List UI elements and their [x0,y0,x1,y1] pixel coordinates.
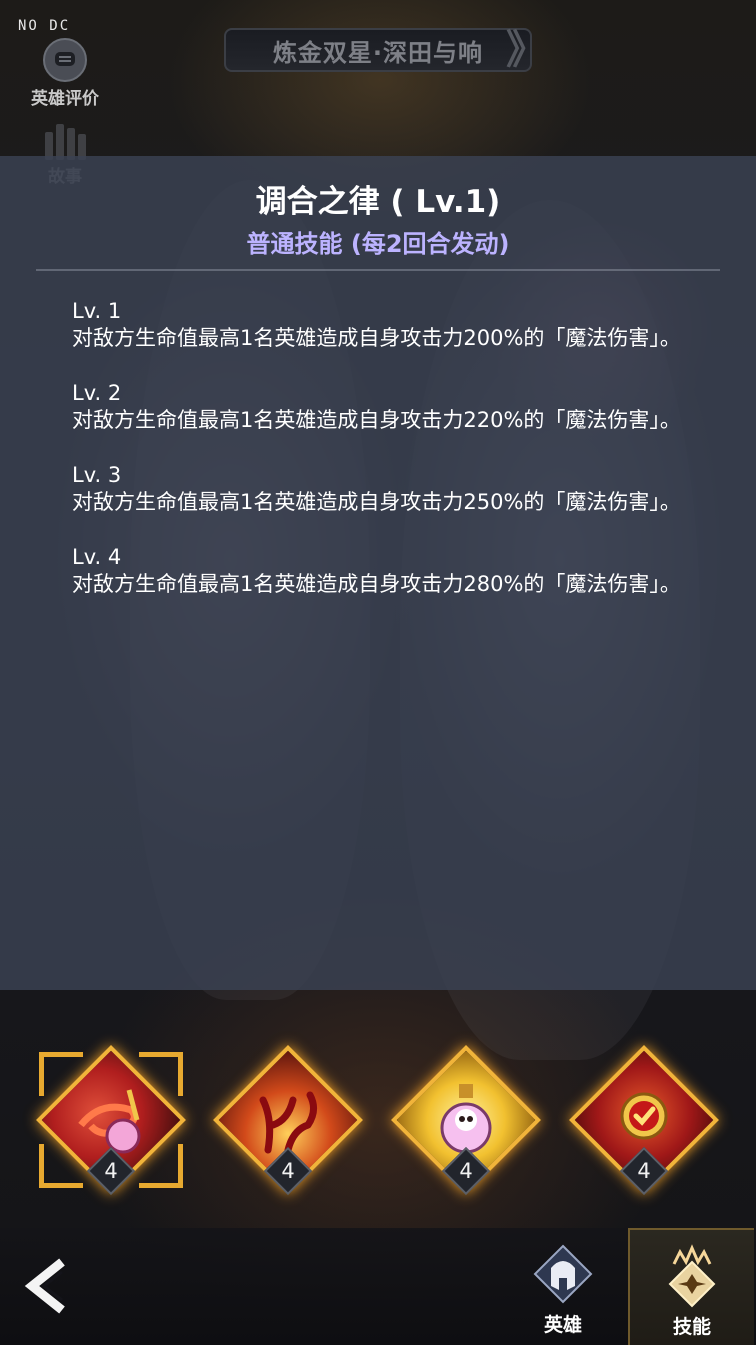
skill-slot-1[interactable]: 4 [31,1040,191,1200]
nav-skill-label: 技能 [672,1316,711,1338]
level-description: 对敌方生命值最高1名英雄造成自身攻击力220%的「魔法伤害」。 [72,408,681,432]
skill-badge-icon [660,1244,724,1308]
skill-icon-row: 4 4 4 4 [0,1040,756,1200]
skill-slot-3[interactable]: 4 [386,1040,546,1200]
level-description: 对敌方生命值最高1名英雄造成自身攻击力280%的「魔法伤害」。 [72,572,681,596]
level-description: 对敌方生命值最高1名英雄造成自身攻击力250%的「魔法伤害」。 [72,490,681,514]
skill-level-entry: Lv. 2 对敌方生命值最高1名英雄造成自身攻击力220%的「魔法伤害」。 [72,380,702,434]
level-description: 对敌方生命值最高1名英雄造成自身攻击力200%的「魔法伤害」。 [72,326,681,350]
level-label: Lv. 4 [72,545,122,569]
level-label: Lv. 3 [72,463,122,487]
watermark-text: NO DC [18,18,71,34]
hero-rating-label: 英雄评价 [31,89,99,109]
skill-level-number: 4 [104,1159,118,1183]
skill-level-entry: Lv. 4 对敌方生命值最高1名英雄造成自身攻击力280%的「魔法伤害」。 [72,544,702,598]
divider [36,269,720,271]
back-chevron-icon [24,1258,65,1314]
skill-level-entry: Lv. 3 对敌方生命值最高1名英雄造成自身攻击力250%的「魔法伤害」。 [72,462,702,516]
skill-level-list: Lv. 1 对敌方生命值最高1名英雄造成自身攻击力200%的「魔法伤害」。 Lv… [72,298,702,626]
book-icon [43,120,87,160]
helmet-icon [531,1242,595,1306]
skill-level-number: 4 [637,1159,651,1183]
nav-hero-button[interactable]: 英雄 [500,1228,626,1345]
nav-hero-label: 英雄 [543,1314,582,1336]
skill-level-entry: Lv. 1 对敌方生命值最高1名英雄造成自身攻击力200%的「魔法伤害」。 [72,298,702,352]
skill-name: 调合之律 ( Lv.1) [255,184,501,220]
next-hero-arrow[interactable]: 》 [506,30,546,70]
chat-bubble-icon [43,38,87,82]
bottom-nav-bar: 英雄 技能 [0,1228,756,1345]
level-label: Lv. 1 [72,299,122,323]
skill-type: 普通技能 (每2回合发动) [246,230,510,258]
skill-detail-panel: 调合之律 ( Lv.1) 普通技能 (每2回合发动) Lv. 1 对敌方生命值最… [0,156,756,990]
hero-title: 炼金双星·深田与响 [224,28,532,72]
level-label: Lv. 2 [72,381,122,405]
skill-level-number: 4 [281,1159,295,1183]
skill-slot-2[interactable]: 4 [208,1040,368,1200]
nav-skill-button[interactable]: 技能 [628,1228,754,1345]
skill-level-number: 4 [459,1159,473,1183]
gold-checkmark-seal-icon [620,1092,668,1140]
back-button[interactable] [22,1254,82,1318]
top-bar: NO DC 英雄评价 故事 《 炼金双星·深田与响 》 [0,0,756,187]
skill-slot-4[interactable]: 4 [564,1040,724,1200]
hero-rating-button[interactable]: 英雄评价 [22,38,108,109]
